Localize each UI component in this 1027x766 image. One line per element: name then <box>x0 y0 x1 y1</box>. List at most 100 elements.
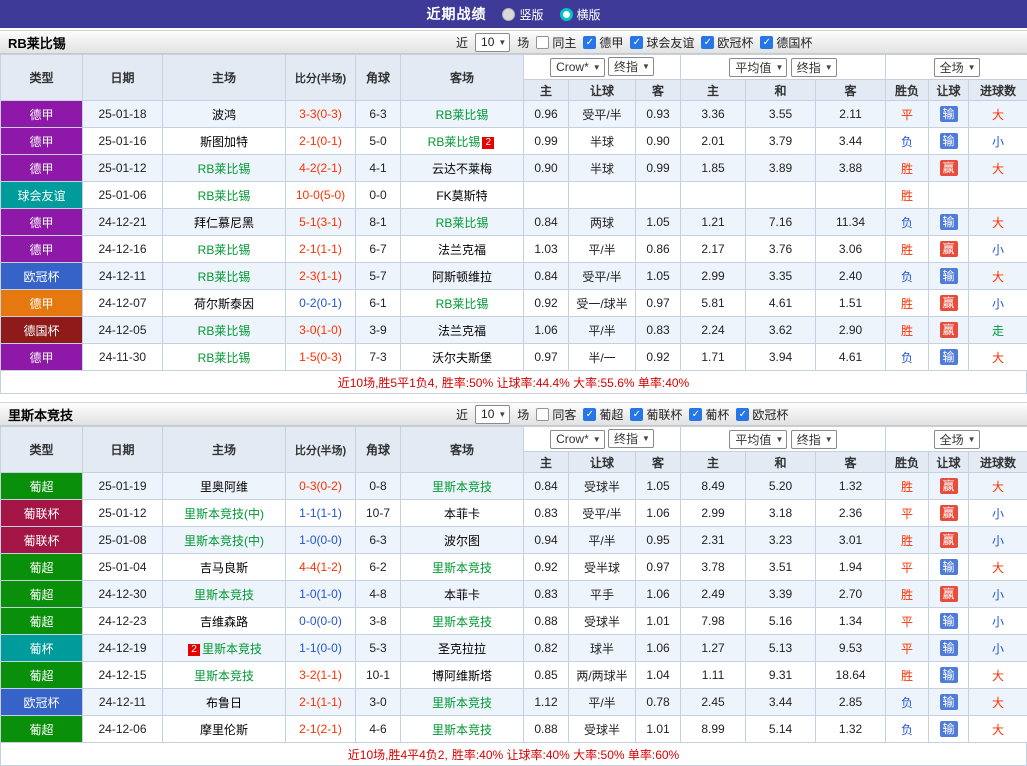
away-team-name[interactable]: 本菲卡 <box>444 588 480 602</box>
handicap-result-badge: 赢 <box>940 241 958 257</box>
league-filter-checkbox[interactable]: ✓欧冠杯 <box>701 34 753 51</box>
match-score[interactable]: 2-1(1-1) <box>286 689 356 716</box>
away-team-name[interactable]: 法兰克福 <box>438 324 486 338</box>
match-row: 欧冠杯24-12-11布鲁日2-1(1-1)3-0里斯本竞技1.12平/半0.7… <box>1 689 1027 716</box>
away-team-name[interactable]: 圣克拉拉 <box>438 642 486 656</box>
match-score[interactable]: 0-2(0-1) <box>286 290 356 317</box>
home-team-name[interactable]: 拜仁慕尼黑 <box>194 216 254 230</box>
home-team-name[interactable]: RB莱比锡 <box>198 324 251 338</box>
match-score[interactable]: 2-3(1-1) <box>286 263 356 290</box>
average-select[interactable]: 平均值▼ <box>729 430 787 449</box>
league-filter-checkbox[interactable]: ✓葡超 <box>583 406 623 423</box>
match-score[interactable]: 4-2(2-1) <box>286 155 356 182</box>
league-filter-checkbox[interactable]: ✓葡联杯 <box>630 406 682 423</box>
same-venue-checkbox[interactable]: 同客 <box>536 406 576 423</box>
vertical-layout-radio[interactable]: 竖版 <box>502 6 543 23</box>
away-team-name[interactable]: 博阿维斯塔 <box>432 669 492 683</box>
away-team-name[interactable]: FK莫斯特 <box>436 189 487 203</box>
home-team-name[interactable]: 里斯本竞技 <box>194 588 254 602</box>
away-team-name[interactable]: 里斯本竞技 <box>432 696 492 710</box>
match-score[interactable]: 3-2(1-1) <box>286 662 356 689</box>
red-card-count: 2 <box>482 137 494 149</box>
match-date: 25-01-19 <box>83 473 163 500</box>
home-team-name[interactable]: 荷尔斯泰因 <box>194 297 254 311</box>
away-team-name[interactable]: 云达不莱梅 <box>432 162 492 176</box>
home-team-name[interactable]: 里斯本竞技 <box>194 669 254 683</box>
home-team-name[interactable]: RB莱比锡 <box>198 270 251 284</box>
over-under-result: 大 <box>969 155 1027 182</box>
odds-source-select[interactable]: Crow*▼ <box>550 430 605 449</box>
away-team-name[interactable]: 波尔图 <box>444 534 480 548</box>
away-team-name[interactable]: 里斯本竞技 <box>432 615 492 629</box>
col-date: 日期 <box>83 427 163 473</box>
match-score[interactable]: 1-1(1-1) <box>286 500 356 527</box>
home-team-name[interactable]: 吉维森路 <box>200 615 248 629</box>
match-count-select[interactable]: 10▼ <box>475 405 510 424</box>
away-team-name[interactable]: RB莱比锡 <box>436 108 489 122</box>
home-team-name[interactable]: 里斯本竞技(中) <box>184 534 264 548</box>
away-team-name[interactable]: RB莱比锡 <box>428 135 481 149</box>
match-score[interactable]: 2-1(2-1) <box>286 716 356 743</box>
ah-away-odds: 0.86 <box>636 236 681 263</box>
average-select[interactable]: 平均值▼ <box>729 58 787 77</box>
match-score[interactable]: 3-3(0-3) <box>286 101 356 128</box>
home-team-name[interactable]: 波鸿 <box>212 108 236 122</box>
away-team-name[interactable]: 里斯本竞技 <box>432 480 492 494</box>
same-venue-checkbox[interactable]: 同主 <box>536 34 576 51</box>
handicap-result: 赢 <box>929 236 969 263</box>
corners: 0-0 <box>356 182 401 209</box>
home-team-name[interactable]: 斯图加特 <box>200 135 248 149</box>
match-score[interactable]: 1-0(1-0) <box>286 581 356 608</box>
away-team-name[interactable]: 阿斯顿维拉 <box>432 270 492 284</box>
home-team-name[interactable]: 里斯本竞技(中) <box>184 507 264 521</box>
match-score[interactable]: 10-0(5-0) <box>286 182 356 209</box>
match-score[interactable]: 0-3(0-2) <box>286 473 356 500</box>
match-score[interactable]: 3-0(1-0) <box>286 317 356 344</box>
match-score[interactable]: 1-5(0-3) <box>286 344 356 371</box>
odds-source-select[interactable]: Crow*▼ <box>550 58 605 77</box>
odds-final-select[interactable]: 终指▼ <box>608 429 654 448</box>
scope-select[interactable]: 全场▼ <box>934 58 980 77</box>
select-value: 终指 <box>614 58 638 75</box>
match-score[interactable]: 1-1(0-0) <box>286 635 356 662</box>
away-team-name[interactable]: 本菲卡 <box>444 507 480 521</box>
match-score[interactable]: 0-0(0-0) <box>286 608 356 635</box>
away-team-name[interactable]: RB莱比锡 <box>436 297 489 311</box>
away-team-name[interactable]: RB莱比锡 <box>436 216 489 230</box>
match-score[interactable]: 4-4(1-2) <box>286 554 356 581</box>
average-final-select[interactable]: 终指▼ <box>791 58 837 77</box>
home-team-name[interactable]: 布鲁日 <box>206 696 242 710</box>
away-team-name[interactable]: 法兰克福 <box>438 243 486 257</box>
home-team-name[interactable]: RB莱比锡 <box>198 351 251 365</box>
win-draw-loss-result: 负 <box>886 263 929 290</box>
horizontal-layout-radio[interactable]: 横版 <box>560 6 601 23</box>
league-filter-checkbox[interactable]: ✓欧冠杯 <box>736 406 788 423</box>
home-team-name[interactable]: 里斯本竞技 <box>202 642 262 656</box>
dropdown-arrow-icon: ▼ <box>968 63 976 72</box>
dropdown-arrow-icon: ▼ <box>825 435 833 444</box>
match-count-select[interactable]: 10▼ <box>475 33 510 52</box>
corners: 5-3 <box>356 635 401 662</box>
match-score[interactable]: 5-1(3-1) <box>286 209 356 236</box>
league-filter-checkbox[interactable]: ✓德国杯 <box>760 34 812 51</box>
home-team-name[interactable]: RB莱比锡 <box>198 243 251 257</box>
match-score[interactable]: 1-0(0-0) <box>286 527 356 554</box>
league-filter-checkbox[interactable]: ✓葡杯 <box>689 406 729 423</box>
home-team-name[interactable]: RB莱比锡 <box>198 162 251 176</box>
odds-final-select[interactable]: 终指▼ <box>608 57 654 76</box>
league-filter-checkbox[interactable]: ✓球会友谊 <box>630 34 694 51</box>
results-table-sporting: 类型 日期 主场 比分(半场) 角球 客场 Crow*▼ 终指▼ 平均值▼ 终指… <box>0 426 1027 743</box>
away-team-cell: 波尔图 <box>401 527 524 554</box>
away-team-name[interactable]: 里斯本竞技 <box>432 561 492 575</box>
league-filter-checkbox[interactable]: ✓德甲 <box>583 34 623 51</box>
home-team-name[interactable]: 里奥阿维 <box>200 480 248 494</box>
scope-select[interactable]: 全场▼ <box>934 430 980 449</box>
away-team-name[interactable]: 沃尔夫斯堡 <box>432 351 492 365</box>
match-score[interactable]: 2-1(1-1) <box>286 236 356 263</box>
eu-home-odds: 1.27 <box>681 635 746 662</box>
home-team-name[interactable]: RB莱比锡 <box>198 189 251 203</box>
home-team-name[interactable]: 吉马良斯 <box>200 561 248 575</box>
match-score[interactable]: 2-1(0-1) <box>286 128 356 155</box>
col-eu-home: 主 <box>681 80 746 101</box>
average-final-select[interactable]: 终指▼ <box>791 430 837 449</box>
